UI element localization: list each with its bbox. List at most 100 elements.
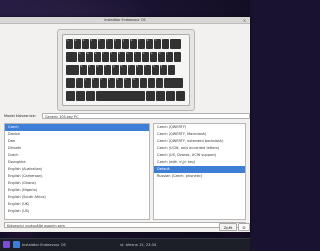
keyboard-key: é	[146, 39, 153, 49]
variant-list-item[interactable]: Czech (QWERTY, extended backslash)	[154, 138, 245, 145]
keyboard-key	[156, 91, 165, 101]
keyboard-key	[66, 78, 75, 88]
keyboard-key	[86, 91, 95, 101]
keyboard-key: ¨	[168, 65, 175, 75]
variant-list-item[interactable]: Czech (US, Dvorak, UCW support)	[154, 152, 245, 159]
app-menu-icon[interactable]	[3, 241, 10, 248]
keyboard-key	[76, 91, 85, 101]
keyboard-key: á	[130, 39, 137, 49]
keyboard-key: p	[150, 52, 157, 62]
layout-list-item[interactable]: English (Nigeria)	[5, 187, 149, 194]
variant-list-item[interactable]: Czech (with <\|> key)	[154, 159, 245, 166]
keyboard-key: c	[100, 78, 107, 88]
taskbar-app-label[interactable]: Instalátor Endeavour OS	[22, 239, 66, 251]
keyboard-key: u	[126, 52, 133, 62]
keyboard-key: m	[132, 78, 139, 88]
keyboard-key: x	[92, 78, 99, 88]
keyboard-key	[66, 65, 79, 75]
layout-list-item[interactable]: English (US)	[5, 208, 149, 215]
keyboard-key: ´	[162, 39, 169, 49]
keyboard-key: ř	[106, 39, 113, 49]
keyboard-key: )	[166, 52, 173, 62]
layout-list[interactable]: Czech Danish Dari Dhivehi Dutch Dzongkha Engli…	[4, 123, 150, 220]
keyboard-key: h	[120, 65, 127, 75]
keyboard-key: =	[154, 39, 161, 49]
layout-list-item[interactable]: Dari	[5, 138, 149, 145]
layout-list-item[interactable]: Dhivehi	[5, 145, 149, 152]
keyboard-key: č	[98, 39, 105, 49]
model-label: Model klávesnice:	[4, 114, 37, 118]
layout-list-item[interactable]: English (Ghana)	[5, 180, 149, 187]
keyboard-key	[66, 91, 75, 101]
keyboard-key: e	[94, 52, 101, 62]
keyboard-key: y	[84, 78, 91, 88]
keyboard-key: j	[128, 65, 135, 75]
keyboard-key: v	[108, 78, 115, 88]
keyboard-key: o	[142, 52, 149, 62]
keyboard-key: ú	[158, 52, 165, 62]
variant-list-item[interactable]: Czech (QWERTY, Macintosh)	[154, 131, 245, 138]
keyboard-key	[66, 52, 77, 62]
keyboard-key: i	[134, 52, 141, 62]
keyboard-key: \	[76, 78, 83, 88]
layout-list-item[interactable]: Dzongkha	[5, 159, 149, 166]
keyboard-key: ý	[122, 39, 129, 49]
layout-list-item[interactable]: English (UK)	[5, 201, 149, 208]
keyboard-key: ,	[140, 78, 147, 88]
keyboard-key: é	[74, 39, 81, 49]
keyboard-key: b	[116, 78, 123, 88]
keyboard-preview: + é ě š č ř ž ý á í é = ´ q w e r t z u i o p ú) a s d f g h j k l ů § ¨ \ y x…	[57, 29, 195, 111]
keyboard-key: g	[112, 65, 119, 75]
keyboard-key: -	[156, 78, 163, 88]
keyboard-key: w	[86, 52, 93, 62]
keyboard-key: í	[138, 39, 145, 49]
variant-list-item[interactable]: Default	[154, 166, 245, 173]
keyboard-key: n	[124, 78, 131, 88]
keyboard-key	[96, 91, 145, 101]
layout-list-item[interactable]: English (South Africa)	[5, 194, 149, 201]
keyboard-key: t	[110, 52, 117, 62]
keyboard-key	[164, 78, 183, 88]
variant-list-item[interactable]: Czech (UCW, only accented letters)	[154, 145, 245, 152]
keyboard-key: r	[102, 52, 109, 62]
keyboard-key	[170, 39, 181, 49]
keyboard-layout-image: + é ě š č ř ž ý á í é = ´ q w e r t z u i o p ú) a s d f g h j k l ů § ¨ \ y x…	[62, 34, 190, 106]
keyboard-key: a	[80, 65, 87, 75]
keyboard-test-input[interactable]: Klávesnici vyzkoušíte psaním sem	[4, 222, 246, 228]
keyboard-key: ů	[152, 65, 159, 75]
taskbar: Instalátor Endeavour OS st. března 15, 2…	[0, 238, 250, 251]
keyboard-key	[146, 91, 155, 101]
installer-window: Instalátor Endeavour OS × + é ě š č ř ž ý á í é = ´ q…	[0, 17, 250, 232]
keyboard-key	[174, 52, 181, 62]
titlebar[interactable]: Instalátor Endeavour OS ×	[0, 17, 250, 24]
keyboard-key: .	[148, 78, 155, 88]
variant-list-item[interactable]: Czech (QWERTY)	[154, 124, 245, 131]
keyboard-key: s	[88, 65, 95, 75]
next-button[interactable]: D	[238, 223, 250, 231]
installer-task-icon[interactable]	[13, 241, 20, 248]
keyboard-key: §	[160, 65, 167, 75]
keyboard-key: d	[96, 65, 103, 75]
keyboard-key: l	[144, 65, 151, 75]
taskbar-clock[interactable]: st. března 15, 23:34	[120, 239, 156, 251]
layout-list-item[interactable]: English (Australian)	[5, 166, 149, 173]
layout-list-item[interactable]: Dutch	[5, 152, 149, 159]
keyboard-key: k	[136, 65, 143, 75]
layout-list-item[interactable]: Danish	[5, 131, 149, 138]
layout-list-item[interactable]: English (Cameroon)	[5, 173, 149, 180]
variant-list-item[interactable]: Russian (Czech, phonetic)	[154, 173, 245, 180]
keyboard-key: +	[66, 39, 73, 49]
keyboard-key: z	[118, 52, 125, 62]
keyboard-key: ě	[82, 39, 89, 49]
close-icon[interactable]: ×	[242, 18, 247, 23]
keyboard-key	[166, 91, 175, 101]
layout-list-item[interactable]: Czech	[5, 124, 149, 131]
model-select[interactable]: Generic 105-key PC	[42, 113, 250, 119]
keyboard-key	[176, 91, 185, 101]
back-button[interactable]: Zpět	[219, 223, 237, 231]
keyboard-key: ž	[114, 39, 121, 49]
variant-list[interactable]: Czech (QWERTY) Czech (QWERTY, Macintosh) C…	[153, 123, 246, 220]
keyboard-key: f	[104, 65, 111, 75]
window-title: Instalátor Endeavour OS	[104, 18, 146, 22]
keyboard-key: q	[78, 52, 85, 62]
